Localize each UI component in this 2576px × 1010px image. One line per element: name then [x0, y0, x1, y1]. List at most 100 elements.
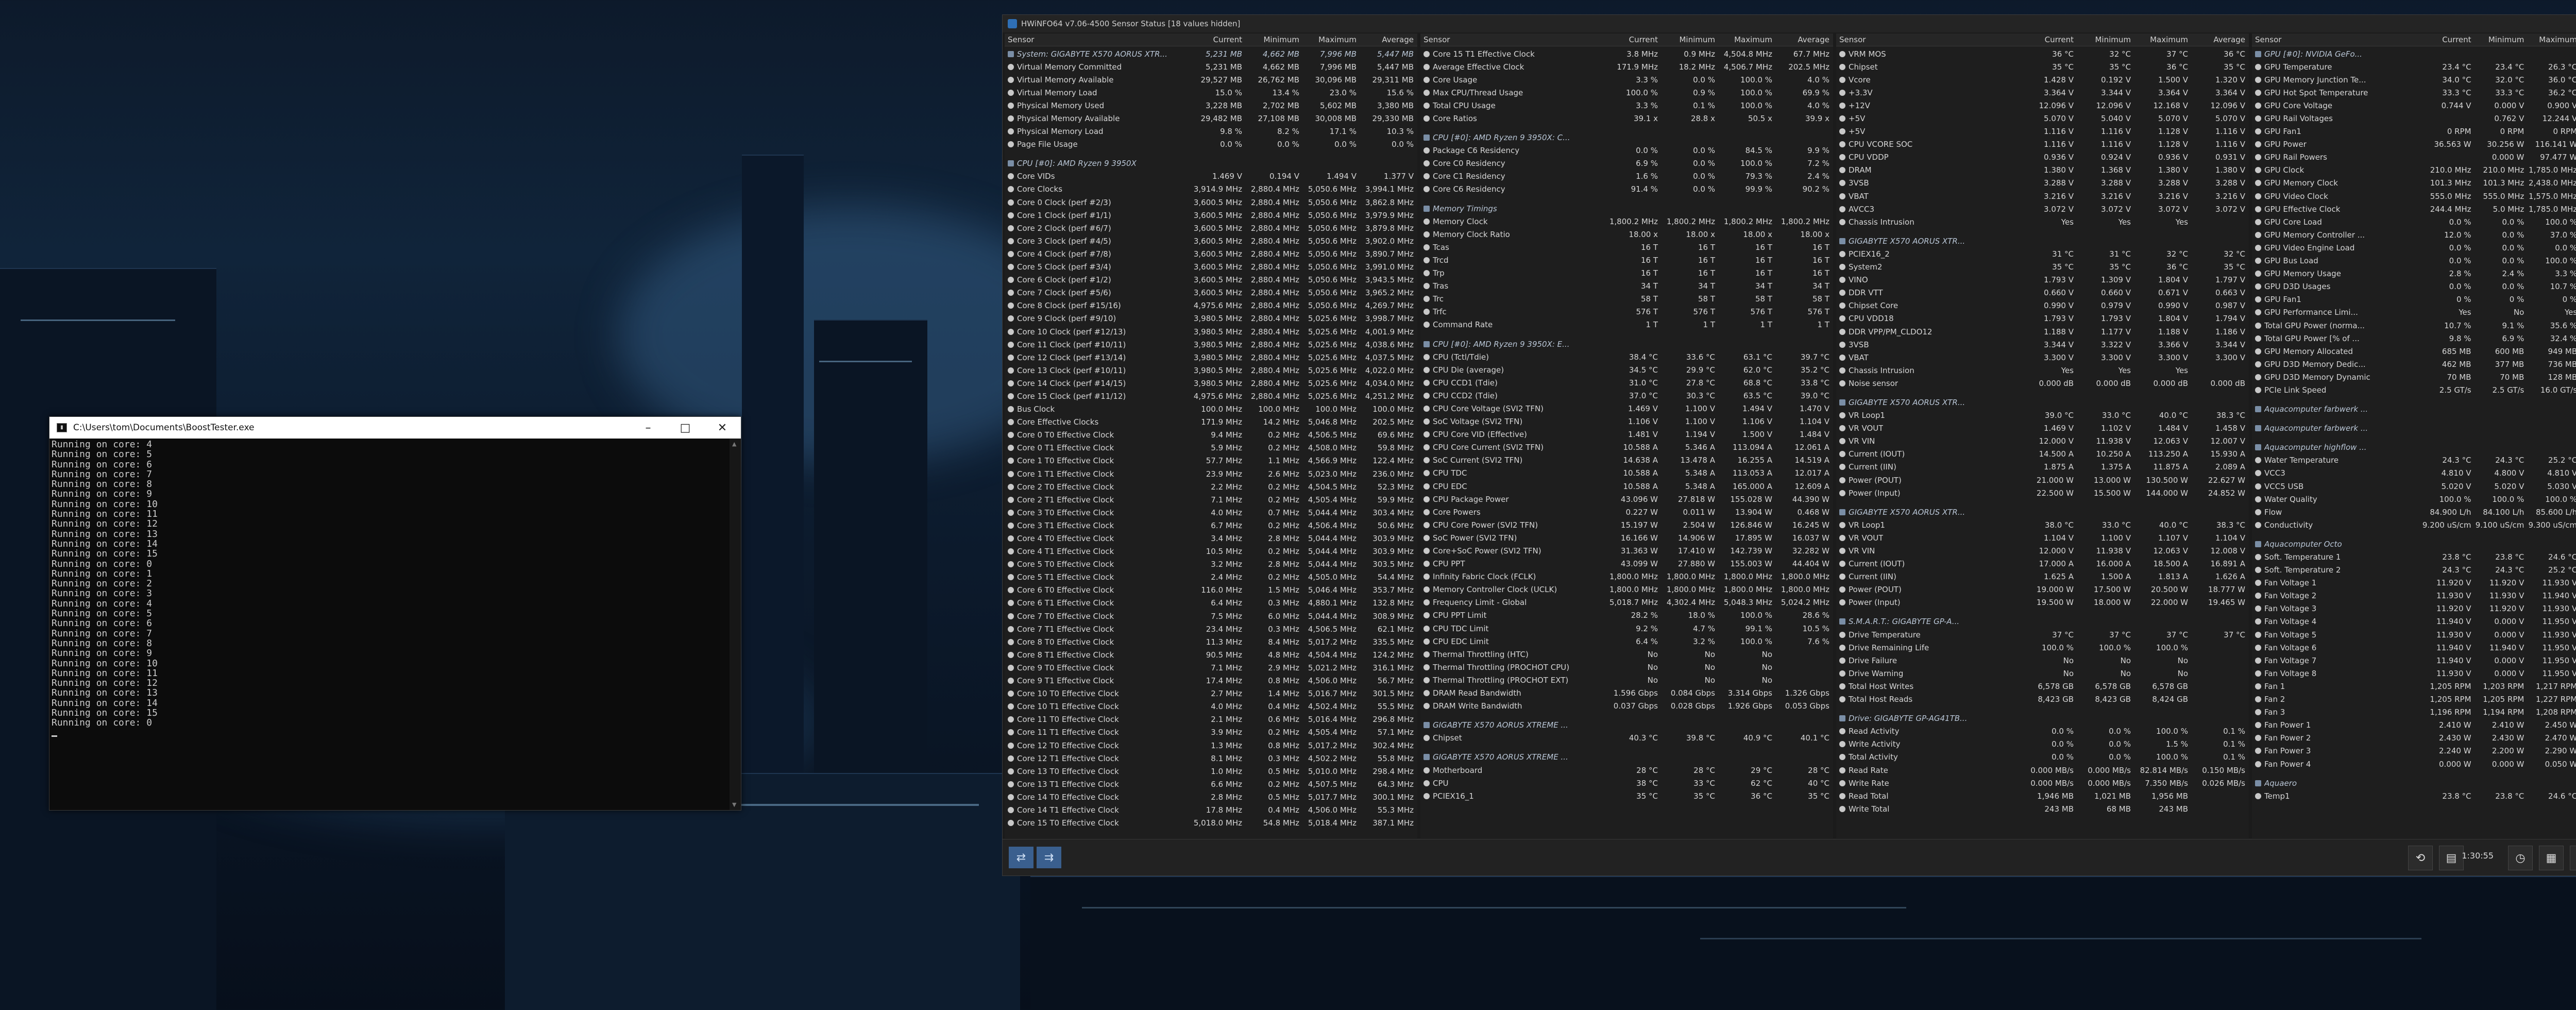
column-header-sensor[interactable]: Sensor	[1005, 35, 1188, 44]
sensor-row[interactable]: CPU CCD1 (Tdie) 31.0 °C 27.8 °C 68.8 °C 33.8…	[1420, 376, 1833, 389]
sensor-row[interactable]: Core 3 T1 Effective Clock 6.7 MHz 0.2 MHz 4…	[1005, 519, 1417, 532]
sensor-row[interactable]: Fan Voltage 311.920 V11.920 V11.930 V11.…	[2252, 602, 2576, 615]
sensor-group-row[interactable]: Aquaero	[2252, 777, 2576, 789]
sensor-row[interactable]: Core 15 T1 Effective Clock 3.8 MHz 0.9 MHz…	[1420, 47, 1833, 60]
sensor-row[interactable]: Core 8 Clock (perf #15/16) 4,975.6 MHz 2,8…	[1005, 299, 1417, 312]
sensor-row[interactable]: Chipset 35 °C 35 °C 36 °C 35 °C	[1836, 60, 2249, 73]
sensor-row[interactable]: Core C6 Residency 91.4 % 0.0 % 99.9 % 90.2 %	[1420, 183, 1833, 196]
sensor-panel[interactable]: Sensor Current Minimum Maximum Average System…	[1005, 33, 1417, 838]
sensor-row[interactable]: Power (POUT) 19.000 W 17.500 W 20.500 W 18.7…	[1836, 583, 2249, 596]
sensor-row[interactable]: Fan Power 22.430 W2.430 W2.470 W2.430 W	[2252, 732, 2576, 745]
sensor-row[interactable]: Core Powers 0.227 W 0.011 W 13.904 W 0.468 W	[1420, 506, 1833, 518]
sensor-row[interactable]: Tras 34 T 34 T 34 T 34 T	[1420, 280, 1833, 293]
minimize-button[interactable]: –	[630, 417, 667, 439]
sensor-row[interactable]: SoC Power (SVI2 TFN) 16.166 W 14.906 W 17.8…	[1420, 531, 1833, 544]
sensor-row[interactable]: VRM MOS 36 °C 32 °C 37 °C 36 °C	[1836, 47, 2249, 60]
sensor-row[interactable]: Core C1 Residency 1.6 % 0.0 % 79.3 % 2.4 %	[1420, 170, 1833, 183]
column-header-average[interactable]: Average	[1775, 35, 1833, 44]
sensor-row[interactable]: GPU D3D Memory Dynamic70 MB70 MB128 MB70…	[2252, 371, 2576, 383]
column-header-current[interactable]: Current	[2020, 35, 2077, 44]
sensor-row[interactable]: Fan 11,205 RPM1,203 RPM1,217 RPM1,206 RP…	[2252, 680, 2576, 693]
sensor-row[interactable]: 3VSB 3.288 V 3.288 V 3.288 V 3.288 V	[1836, 177, 2249, 190]
sensor-row[interactable]: Motherboard 28 °C 28 °C 29 °C 28 °C	[1420, 764, 1833, 777]
sensor-row[interactable]: DRAM Read Bandwidth 1.596 Gbps 0.084 Gbps 3…	[1420, 687, 1833, 700]
sensor-row[interactable]: Fan Voltage 611.940 V11.940 V11.950 V11.…	[2252, 641, 2576, 654]
sensor-row[interactable]: Core 7 T0 Effective Clock 7.5 MHz 6.0 MHz 5…	[1005, 610, 1417, 622]
sensor-panel[interactable]: SensorCurrentMinimumMaximumAverageGPU [#…	[2252, 33, 2576, 838]
sensor-row[interactable]: DRAM Write Bandwidth 0.037 Gbps 0.028 Gbps…	[1420, 700, 1833, 713]
sensor-row[interactable]: GPU D3D Memory Dedic... 462 MB 377 MB 736 M…	[2252, 358, 2576, 371]
sensor-row[interactable]: GPU Memory Clock 101.3 MHz 101.3 MHz 2,438.…	[2252, 177, 2576, 190]
sensor-group-row[interactable]: GIGABYTE X570 AORUS XTREME ...	[1420, 719, 1833, 732]
sensor-row[interactable]: GPU Video Engine Load0.0 %0.0 %0.0 %0.0 …	[2252, 241, 2576, 254]
sensor-row[interactable]: Core 12 T1 Effective Clock 8.1 MHz 0.3 MHz…	[1005, 752, 1417, 765]
sensor-row[interactable]: 3VSB 3.344 V 3.322 V 3.366 V 3.344 V	[1836, 338, 2249, 351]
column-header-current[interactable]: Current	[2421, 35, 2475, 44]
sensor-row[interactable]: Core VIDs 1.469 V 0.194 V 1.494 V 1.377 V	[1005, 170, 1417, 183]
reset-icon[interactable]: ⟲	[2408, 846, 2433, 870]
sensor-row[interactable]: Write Activity 0.0 % 0.0 % 1.5 % 0.1 %	[1836, 738, 2249, 751]
sensor-row[interactable]: Fan Power 32.240 W2.200 W2.290 W2.240 W	[2252, 745, 2576, 758]
sensor-row[interactable]: Fan Voltage 711.940 V0.000 V11.950 V11.9…	[2252, 654, 2576, 667]
sensor-row[interactable]: Core 1 T1 Effective Clock 23.9 MHz 2.6 MHz…	[1005, 467, 1417, 480]
sensor-row[interactable]: DDR VPP/PM_CLDO12 1.188 V 1.177 V 1.188 V 1.…	[1836, 325, 2249, 338]
sensor-row[interactable]: Fan 21,205 RPM1,205 RPM1,227 RPM1,210 RP…	[2252, 693, 2576, 706]
sensor-row[interactable]: Command Rate 1 T1 T1 T1 T	[1420, 318, 1833, 331]
sensor-row[interactable]: Chassis Intrusion Yes Yes Yes	[1836, 364, 2249, 377]
sensor-panel[interactable]: Sensor Current Minimum Maximum Average VRM MO…	[1836, 33, 2249, 838]
report-icon[interactable]: ▦	[2539, 846, 2564, 870]
sensor-row[interactable]: Trcd 16 T 16 T 16 T 16 T	[1420, 254, 1833, 266]
column-header-maximum[interactable]: Maximum	[2527, 35, 2576, 44]
sensor-row[interactable]: Thermal Throttling (PROCHOT EXT) No No No	[1420, 674, 1833, 686]
sensor-row[interactable]: CPU VDD18 1.793 V 1.793 V 1.804 V 1.794 V	[1836, 312, 2249, 325]
sensor-row[interactable]: Conductivity 9.200 uS/cm 9.100 uS/cm 9.300 …	[2252, 518, 2576, 531]
sensor-row[interactable]: CPU TDC 10.588 A 5.348 A 113.053 A 12.017 A	[1420, 467, 1833, 480]
sensor-row[interactable]: CPU CCD2 (Tdie) 37.0 °C 30.3 °C 63.5 °C 39.0…	[1420, 389, 1833, 402]
sensor-row[interactable]: Core 6 Clock (perf #1/2) 3,600.5 MHz 2,880…	[1005, 274, 1417, 287]
sensor-row[interactable]: VR VOUT 1.469 V 1.102 V 1.484 V 1.458 V	[1836, 422, 2249, 435]
sensor-row[interactable]: GPU Hot Spot Temperature 33.3 °C 33.3 °C 36…	[2252, 86, 2576, 99]
sensor-row[interactable]: VR Loop1 38.0 °C 33.0 °C 40.0 °C 38.3 °C	[1836, 518, 2249, 531]
sensor-row[interactable]: Core 15 Clock (perf #11/12) 4,975.6 MHz 2,…	[1005, 390, 1417, 402]
sensor-row[interactable]: Water Temperature24.3 °C24.3 °C25.2 °C24…	[2252, 454, 2576, 467]
sensor-group-row[interactable]: GPU [#0]: NVIDIA GeFo...	[2252, 47, 2576, 60]
sensor-group-row[interactable]: CPU [#0]: AMD Ryzen 9 3950X: C...	[1420, 131, 1833, 144]
sensor-row[interactable]: Read Activity 0.0 % 0.0 % 100.0 % 0.1 %	[1836, 725, 2249, 738]
log-icon[interactable]: ▤	[2439, 846, 2464, 870]
sensor-row[interactable]: GPU Core Voltage0.744 V0.000 V0.900 V0.7…	[2252, 99, 2576, 112]
sensor-row[interactable]: Core 3 T0 Effective Clock 4.0 MHz 0.7 MHz 5…	[1005, 506, 1417, 519]
sensor-row[interactable]: Fan Power 40.000 W0.000 W0.050 W0.000 W	[2252, 758, 2576, 770]
sensor-row[interactable]: Fan Voltage 111.920 V11.920 V11.930 V11.…	[2252, 577, 2576, 590]
sensor-row[interactable]: Core 10 T0 Effective Clock 2.7 MHz 1.4 MHz…	[1005, 687, 1417, 700]
sensor-panel[interactable]: Sensor Current Minimum Maximum Average Core 1…	[1420, 33, 1833, 838]
console-scrollbar[interactable]: ▲ ▼	[730, 439, 741, 810]
column-header-minimum[interactable]: Minimum	[2475, 35, 2528, 44]
sensor-row[interactable]: GPU Temperature23.4 °C23.4 °C26.3 °C24.0…	[2252, 60, 2576, 73]
sensor-row[interactable]: CPU Core Voltage (SVI2 TFN) 1.469 V 1.100 …	[1420, 402, 1833, 415]
sensor-row[interactable]: Core 9 Clock (perf #9/10) 3,980.5 MHz 2,88…	[1005, 312, 1417, 325]
sensor-row[interactable]: Page File Usage 0.0 % 0.0 % 0.0 % 0.0 %	[1005, 138, 1417, 151]
sensor-row[interactable]: CPU Core Current (SVI2 TFN) 10.588 A 5.346…	[1420, 441, 1833, 454]
sensor-row[interactable]: Core 13 T0 Effective Clock 1.0 MHz 0.5 MHz…	[1005, 765, 1417, 778]
sensor-row[interactable]: CPU TDC Limit 9.2 % 4.7 % 99.1 % 10.5 %	[1420, 622, 1833, 635]
sensor-row[interactable]: VR Loop1 39.0 °C 33.0 °C 40.0 °C 38.3 °C	[1836, 409, 2249, 422]
sensor-row[interactable]: Fan Power 12.410 W2.410 W2.450 W2.410 W	[2252, 719, 2576, 732]
console-window[interactable]: ▮ C:\Users\tom\Documents\BoostTester.exe…	[49, 416, 741, 811]
sensor-row[interactable]: +5V 5.070 V 5.040 V 5.070 V 5.070 V	[1836, 112, 2249, 125]
sensor-row[interactable]: Total GPU Power (norma... 10.7 % 9.1 % 35.6…	[2252, 319, 2576, 332]
close-button[interactable]: ✕	[704, 417, 741, 439]
sensor-row[interactable]: Drive Remaining Life 100.0 % 100.0 % 100.0 …	[1836, 641, 2249, 654]
sensor-row[interactable]: Current (IIN) 1.875 A 1.375 A 11.875 A 2.089…	[1836, 461, 2249, 474]
sensor-row[interactable]: CPU PPT 43.099 W 27.880 W 155.003 W 44.404 W	[1420, 558, 1833, 570]
sensor-row[interactable]: Drive Temperature 37 °C 37 °C 37 °C 37 °C	[1836, 628, 2249, 641]
sensor-row[interactable]: Core 7 T1 Effective Clock 23.4 MHz 0.3 MHz…	[1005, 622, 1417, 635]
sensor-row[interactable]: Core 0 T0 Effective Clock 9.4 MHz 0.2 MHz 4…	[1005, 429, 1417, 442]
sensor-row[interactable]: Fan Voltage 411.940 V0.000 V11.950 V11.9…	[2252, 615, 2576, 628]
sensor-row[interactable]: Current (IOUT) 14.500 A 10.250 A 113.250 A1…	[1836, 448, 2249, 461]
sensor-row[interactable]: Core 5 T1 Effective Clock 2.4 MHz 0.2 MHz 4…	[1005, 571, 1417, 584]
sensor-row[interactable]: GPU Bus Load0.0 %0.0 %100.0 %0.0 %	[2252, 255, 2576, 267]
sensor-row[interactable]: Thermal Throttling (PROCHOT CPU) No No No	[1420, 661, 1833, 674]
sensor-row[interactable]: VR VIN 12.000 V 11.938 V 12.063 V 12.007 V	[1836, 435, 2249, 448]
sensor-row[interactable]: VBAT 3.300 V 3.300 V 3.300 V 3.300 V	[1836, 351, 2249, 364]
sensor-row[interactable]: +12V 12.096 V 12.096 V 12.168 V 12.096 V	[1836, 99, 2249, 112]
